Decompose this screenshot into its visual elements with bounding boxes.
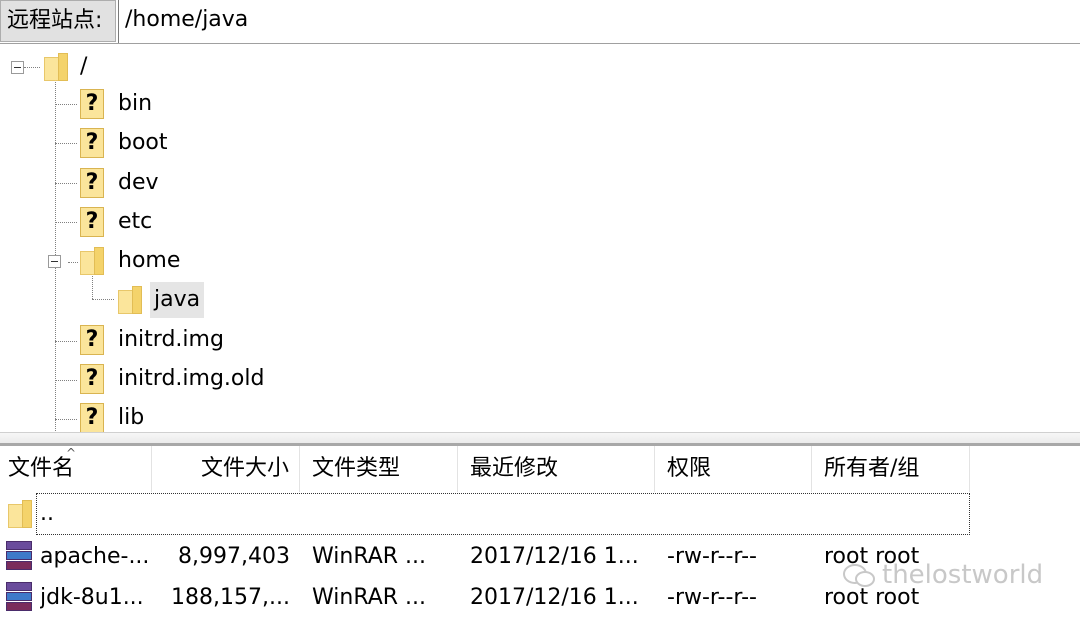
- file-type: WinRAR ...: [312, 585, 427, 610]
- winrar-archive-icon: [4, 541, 34, 571]
- watermark: thelostworld: [842, 560, 1043, 590]
- column-header-size[interactable]: 文件大小: [152, 446, 300, 492]
- tree-node-dev[interactable]: ? dev: [0, 165, 300, 201]
- tree-node-label: initrd.img.old: [118, 366, 265, 391]
- tree-node-label: bin: [118, 91, 153, 116]
- unknown-folder-icon: ?: [80, 89, 106, 119]
- tree-node-label: /: [80, 54, 88, 79]
- focus-rectangle: [36, 493, 970, 535]
- file-type: WinRAR ...: [312, 544, 427, 569]
- winrar-archive-icon: [4, 582, 34, 612]
- tree-node-label: lib: [118, 405, 145, 430]
- column-header-owner-group[interactable]: 所有者/组: [812, 446, 970, 492]
- tree-node-bin[interactable]: ? bin: [0, 86, 300, 122]
- tree-node-initrd-img[interactable]: ? initrd.img: [0, 322, 300, 358]
- folder-icon: [80, 247, 104, 275]
- remote-path-input[interactable]: /home/java: [118, 0, 1080, 43]
- tree-node-home[interactable]: home: [0, 243, 300, 279]
- folder-icon: [118, 286, 142, 314]
- unknown-folder-icon: ?: [80, 207, 106, 237]
- folder-icon: [8, 500, 32, 528]
- unknown-folder-icon: ?: [80, 128, 106, 158]
- unknown-folder-icon: ?: [80, 364, 106, 394]
- file-modified: 2017/12/16 1...: [470, 544, 639, 569]
- remote-site-bar: 远程站点: /home/java: [0, 0, 1080, 44]
- column-header-type[interactable]: 文件类型: [300, 446, 458, 492]
- unknown-folder-icon: ?: [80, 168, 106, 198]
- file-permissions: -rw-r--r--: [667, 544, 757, 569]
- collapse-icon[interactable]: [11, 61, 24, 74]
- file-list-header: 文件名 ^ 文件大小 文件类型 最近修改 权限 所有者/组: [0, 446, 970, 492]
- tree-node-java[interactable]: java: [0, 282, 300, 318]
- file-permissions: -rw-r--r--: [667, 585, 757, 610]
- tree-node-label: home: [118, 248, 181, 273]
- file-name: apache-...: [40, 544, 150, 569]
- tree-node-label: dev: [118, 170, 159, 195]
- tree-node-root[interactable]: /: [0, 49, 200, 85]
- tree-node-boot[interactable]: ? boot: [0, 125, 300, 161]
- column-header-filename[interactable]: 文件名 ^: [0, 446, 152, 492]
- remote-site-label: 远程站点:: [0, 0, 116, 42]
- tree-node-label: boot: [118, 130, 168, 155]
- sort-ascending-icon: ^: [66, 446, 77, 460]
- tree-node-etc[interactable]: ? etc: [0, 204, 300, 240]
- file-size: 188,157,...: [171, 585, 290, 610]
- collapse-icon[interactable]: [48, 255, 61, 268]
- folder-icon: [44, 53, 68, 81]
- remote-directory-tree[interactable]: / ? bin ? boot ? dev ? etc home java ? i…: [0, 45, 1080, 433]
- file-size: 8,997,403: [178, 544, 290, 569]
- tree-node-label: initrd.img: [118, 327, 224, 352]
- tree-node-initrd-img-old[interactable]: ? initrd.img.old: [0, 361, 300, 397]
- tree-node-label-selected: java: [150, 282, 205, 318]
- unknown-folder-icon: ?: [80, 325, 106, 355]
- file-modified: 2017/12/16 1...: [470, 585, 639, 610]
- wechat-icon: [843, 563, 875, 587]
- tree-node-lib[interactable]: ? lib: [0, 400, 300, 433]
- column-header-permissions[interactable]: 权限: [655, 446, 812, 492]
- unknown-folder-icon: ?: [80, 403, 106, 433]
- tree-node-label: etc: [118, 209, 153, 234]
- column-header-modified[interactable]: 最近修改: [458, 446, 655, 492]
- file-name: jdk-8u1...: [40, 585, 144, 610]
